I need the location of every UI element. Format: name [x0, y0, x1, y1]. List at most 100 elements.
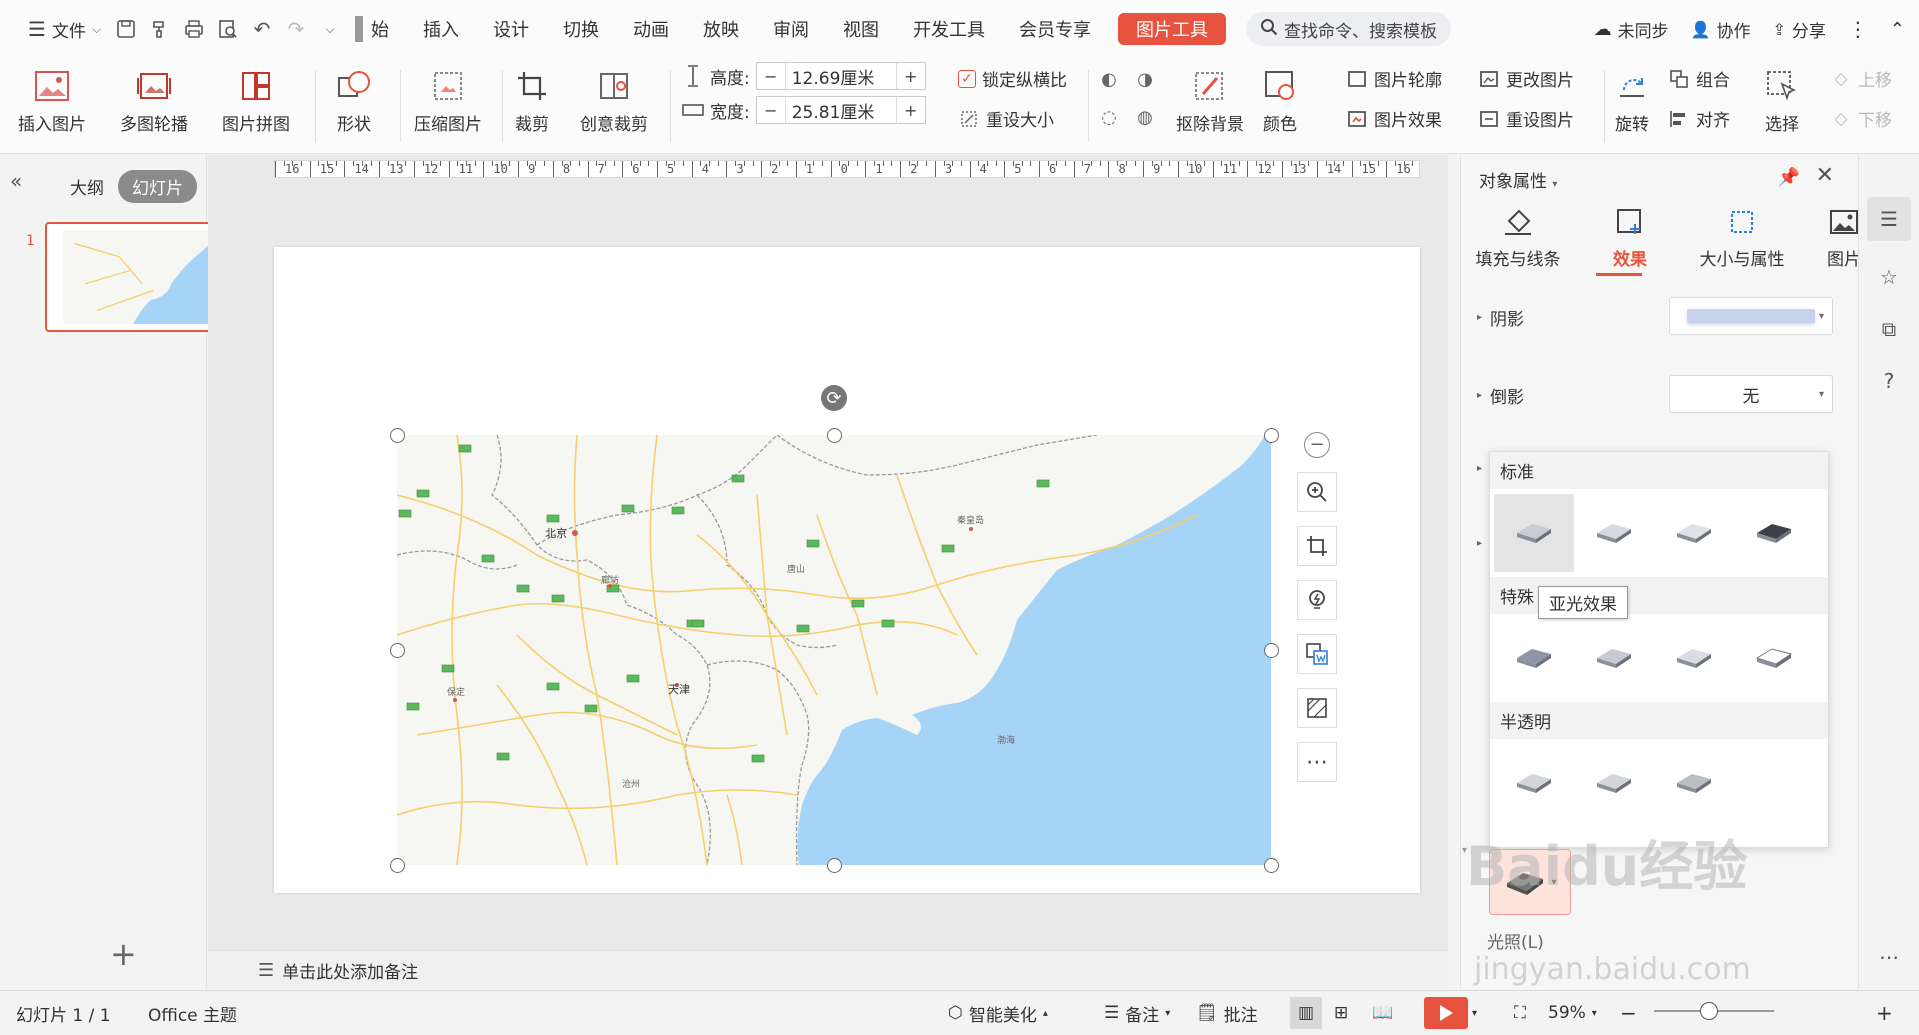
rotate-button[interactable]: 旋转: [1614, 68, 1650, 135]
lighting-preset-button[interactable]: ▾: [1489, 849, 1571, 915]
contrast-down-icon[interactable]: ◍: [1134, 106, 1156, 128]
tab-member[interactable]: 会员专享: [1002, 16, 1108, 42]
tab-insert[interactable]: 插入: [406, 16, 476, 42]
group-button[interactable]: 组合: [1668, 66, 1730, 91]
tab-size-and-properties[interactable]: 大小与属性: [1697, 205, 1787, 270]
shape-button[interactable]: 形状: [336, 68, 372, 135]
reset-size-button[interactable]: 重设大小: [958, 106, 1054, 131]
smart-beautify-button[interactable]: ⬡ 智能美化 ▴: [948, 1001, 1048, 1026]
normal-view-icon[interactable]: ▥: [1290, 997, 1322, 1029]
width-decrement-button[interactable]: −: [757, 101, 785, 120]
help-icon[interactable]: ?: [1867, 359, 1911, 403]
tab-transitions[interactable]: 切换: [546, 16, 616, 42]
close-icon[interactable]: ✕: [1816, 163, 1834, 188]
height-decrement-button[interactable]: −: [757, 67, 785, 86]
tab-home[interactable]: 始: [355, 16, 406, 42]
resize-handle-sw[interactable]: [390, 858, 405, 873]
resize-handle-nw[interactable]: [390, 428, 405, 443]
zoom-slider-knob[interactable]: [1700, 1002, 1718, 1020]
theme-name[interactable]: Office 主题: [148, 1001, 237, 1026]
reading-view-icon[interactable]: 📖: [1372, 1003, 1393, 1023]
comments-button[interactable]: 🗒 批注: [1196, 1001, 1258, 1026]
bevel-preset-option[interactable]: [1734, 619, 1814, 697]
lock-ratio-checkbox[interactable]: ✓ 锁定纵横比: [958, 66, 1067, 91]
print-preview-icon[interactable]: [217, 18, 239, 40]
select-button[interactable]: 选择: [1764, 68, 1800, 135]
selected-map-picture[interactable]: 北京 天津 廊坊 唐山 秦皇岛 保定 渤海 沧州: [396, 434, 1271, 866]
bevel-preset-option[interactable]: [1494, 494, 1574, 572]
add-slide-icon[interactable]: +: [110, 935, 137, 973]
zoom-out-icon[interactable]: −: [1304, 432, 1330, 458]
picture-collage-button[interactable]: 图片拼图: [222, 68, 290, 135]
fit-window-icon[interactable]: ⛶: [1514, 1003, 1526, 1023]
zoom-out-button[interactable]: −: [1620, 1001, 1637, 1025]
bevel-preset-option[interactable]: [1574, 619, 1654, 697]
reset-picture-button[interactable]: 重设图片: [1478, 106, 1574, 131]
insert-picture-button[interactable]: 插入图片: [18, 68, 86, 135]
crop-button[interactable]: 裁剪: [514, 68, 550, 135]
tab-slideshow[interactable]: 放映: [686, 16, 756, 42]
picture-outline-button[interactable]: 图片轮廓: [1346, 66, 1442, 91]
height-input[interactable]: 12.69厘米: [784, 63, 897, 89]
save-icon[interactable]: [115, 18, 137, 40]
rotate-handle-icon[interactable]: ⟳: [821, 385, 847, 411]
resize-handle-s[interactable]: [827, 858, 842, 873]
tab-outline[interactable]: 大纲: [70, 174, 104, 199]
print-icon[interactable]: [183, 18, 205, 40]
zoom-in-button[interactable]: [1297, 472, 1337, 512]
file-menu-button[interactable]: ☰ 文件 ⌵: [20, 11, 109, 47]
sync-button[interactable]: ☁ 未同步: [1594, 17, 1669, 42]
brightness-down-icon[interactable]: ◌: [1098, 106, 1120, 128]
tab-effects[interactable]: 效果: [1585, 205, 1675, 270]
scroll-down-icon[interactable]: ▾: [1462, 845, 1467, 856]
height-increment-button[interactable]: +: [897, 67, 925, 86]
properties-sliders-icon[interactable]: ☰: [1867, 197, 1911, 241]
tab-developer[interactable]: 开发工具: [896, 16, 1002, 42]
command-search[interactable]: 查找命令、搜索模板: [1246, 12, 1452, 46]
slide-sorter-view-icon[interactable]: ⊞: [1334, 1003, 1348, 1023]
width-input[interactable]: 25.81厘米: [784, 97, 897, 123]
expand-arrow-icon[interactable]: ▸: [1477, 538, 1482, 549]
pin-icon[interactable]: 📌: [1778, 167, 1800, 188]
resize-handle-e[interactable]: [1264, 643, 1279, 658]
more-vertical-icon[interactable]: ⋮: [1848, 17, 1868, 41]
smart-suggest-button[interactable]: [1297, 580, 1337, 620]
notes-toggle-button[interactable]: ☰ 备注 ▾: [1104, 1001, 1170, 1026]
notes-area[interactable]: ☰ 单击此处添加备注: [208, 950, 1448, 989]
change-picture-button[interactable]: 更改图片: [1478, 66, 1574, 91]
undo-icon[interactable]: ↶: [251, 17, 273, 41]
share-button[interactable]: ⇪ 分享: [1773, 17, 1826, 42]
collaborate-button[interactable]: 👤 协作: [1691, 17, 1751, 42]
color-button[interactable]: 颜色: [1262, 68, 1298, 135]
crop-tool-button[interactable]: [1297, 526, 1337, 566]
move-up-button[interactable]: ◇ 上移: [1830, 66, 1892, 92]
more-horizontal-icon[interactable]: ⋯: [1867, 935, 1911, 979]
move-down-button[interactable]: ◇ 下移: [1830, 106, 1892, 132]
tab-animations[interactable]: 动画: [616, 16, 686, 42]
remove-background-button[interactable]: 抠除背景: [1176, 68, 1244, 135]
tab-view[interactable]: 视图: [826, 16, 896, 42]
creative-crop-button[interactable]: 创意裁剪: [580, 68, 648, 135]
contrast-up-icon[interactable]: ◑: [1134, 68, 1156, 90]
tab-picture-tools[interactable]: 图片工具: [1118, 13, 1227, 45]
picture-effect-button[interactable]: 图片效果: [1346, 106, 1442, 131]
bevel-preset-option[interactable]: [1574, 744, 1654, 822]
bevel-preset-option[interactable]: [1494, 619, 1574, 697]
tab-slides[interactable]: 幻灯片: [118, 170, 197, 203]
zoom-in-button[interactable]: +: [1876, 1001, 1893, 1025]
brightness-up-icon[interactable]: ◐: [1098, 68, 1120, 90]
reflection-section-toggle[interactable]: ▸ 倒影: [1477, 383, 1524, 408]
bevel-preset-option[interactable]: [1654, 619, 1734, 697]
star-icon[interactable]: ☆: [1867, 255, 1911, 299]
customize-quick-access-icon[interactable]: ⌵: [319, 18, 341, 40]
bevel-preset-option[interactable]: [1654, 494, 1734, 572]
multi-carousel-button[interactable]: 多图轮播: [120, 68, 188, 135]
resize-handle-n[interactable]: [827, 428, 842, 443]
tab-review[interactable]: 审阅: [756, 16, 826, 42]
compress-picture-button[interactable]: 压缩图片: [414, 68, 482, 135]
shadow-section-toggle[interactable]: ▸ 阴影: [1477, 305, 1524, 330]
reflection-dropdown[interactable]: 无 ▾: [1669, 375, 1833, 413]
shadow-preset-dropdown[interactable]: ▾: [1669, 297, 1833, 335]
resize-handle-ne[interactable]: [1264, 428, 1279, 443]
bevel-preset-option[interactable]: [1734, 494, 1814, 572]
